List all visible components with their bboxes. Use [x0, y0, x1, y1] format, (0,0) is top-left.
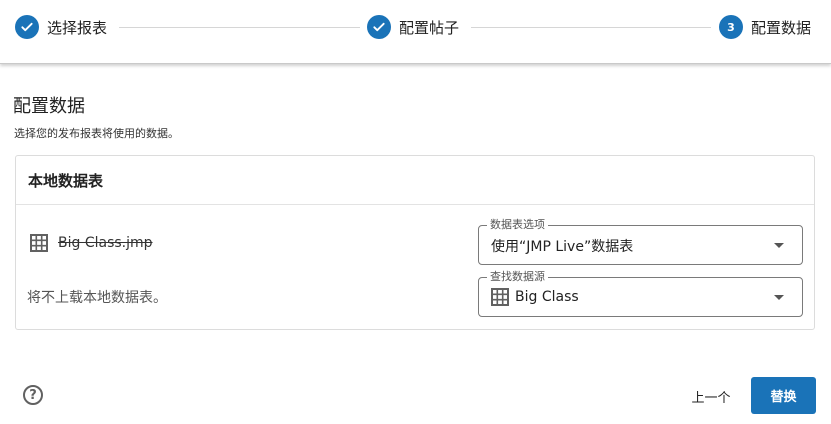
- step-label: 配置数据: [751, 18, 812, 37]
- local-data-table-card: 本地数据表 Big Class.jmp 将不上载本地数据表。 数据表选项 使用“…: [15, 155, 815, 330]
- step-configure-data[interactable]: 3 配置数据: [719, 14, 811, 40]
- selected-option: 使用“JMP Live”数据表: [491, 239, 634, 255]
- step-select-report[interactable]: 选择报表: [15, 14, 107, 40]
- table-option-select[interactable]: 数据表选项 使用“JMP Live”数据表: [478, 218, 803, 265]
- page-subtitle: 选择您的发布报表将使用的数据。: [14, 127, 179, 140]
- field-legend: 数据表选项: [487, 218, 548, 232]
- data-table-name: Big Class.jmp: [58, 235, 153, 251]
- step-number: 3: [719, 15, 743, 39]
- data-table-row: Big Class.jmp: [30, 234, 153, 252]
- back-button[interactable]: 上一个: [680, 378, 742, 414]
- step-label: 选择报表: [47, 18, 108, 37]
- help-icon[interactable]: ?: [23, 385, 43, 405]
- card-header: 本地数据表: [16, 156, 814, 205]
- step-connector: [119, 27, 360, 28]
- field-value: Big Class: [491, 288, 579, 306]
- find-source-select[interactable]: 查找数据源 Big Class: [478, 270, 803, 317]
- field-legend: 查找数据源: [487, 270, 548, 284]
- table-icon: [30, 234, 48, 252]
- replace-button[interactable]: 替换: [751, 377, 816, 414]
- no-upload-note: 将不上载本地数据表。: [27, 290, 167, 306]
- page-title: 配置数据: [13, 96, 85, 117]
- check-icon: [367, 15, 391, 39]
- table-icon: [491, 288, 509, 306]
- dropdown-arrow-icon[interactable]: [774, 295, 784, 300]
- field-value: 使用“JMP Live”数据表: [491, 236, 633, 256]
- card-title: 本地数据表: [28, 171, 104, 190]
- step-label: 配置帖子: [399, 18, 460, 37]
- stepper: 选择报表 配置帖子 3 配置数据: [0, 0, 831, 64]
- selected-source: Big Class: [515, 289, 579, 305]
- dropdown-arrow-icon[interactable]: [774, 243, 784, 248]
- step-connector: [471, 27, 711, 28]
- check-icon: [15, 15, 39, 39]
- step-configure-post[interactable]: 配置帖子: [367, 14, 459, 40]
